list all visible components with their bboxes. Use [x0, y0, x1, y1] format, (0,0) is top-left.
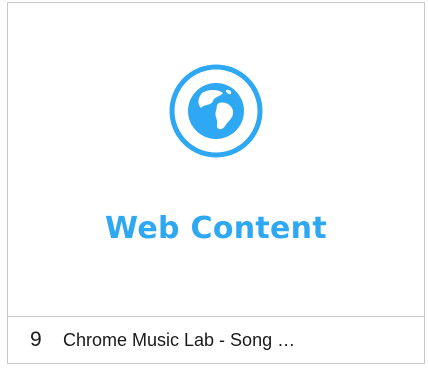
web-content-card[interactable]: Web Content 9 Chrome Music Lab - Song … [7, 2, 425, 364]
card-footer: 9 Chrome Music Lab - Song … [8, 317, 424, 363]
content-type-title: Web Content [105, 211, 327, 246]
item-number: 9 [30, 328, 42, 351]
item-title: Chrome Music Lab - Song … [63, 329, 296, 350]
globe-icon [168, 63, 264, 159]
card-preview[interactable]: Web Content [8, 3, 424, 316]
